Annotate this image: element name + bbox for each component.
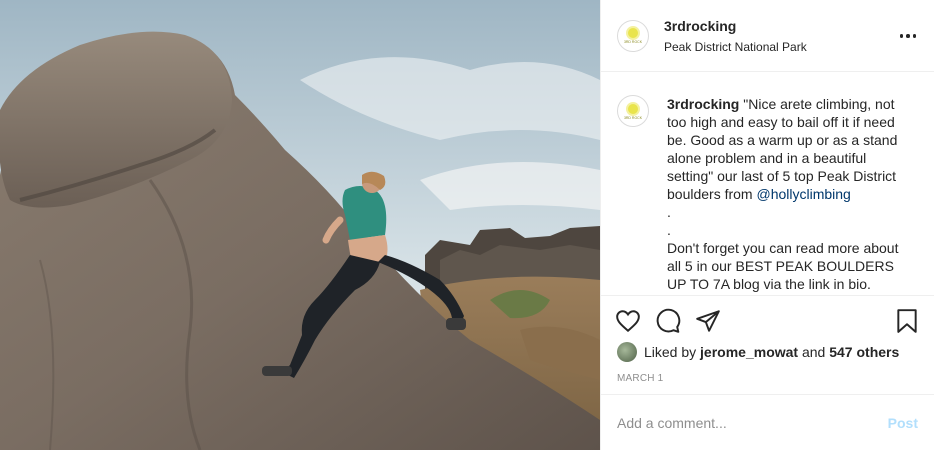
more-options-icon[interactable] [898, 26, 918, 46]
likes-and: and [801, 344, 826, 360]
liked-by-user[interactable]: jerome_mowat [700, 344, 798, 360]
likes-prefix: Liked by [644, 344, 697, 360]
more-dot [899, 34, 904, 38]
avatar[interactable] [617, 342, 637, 362]
header-text: 3rdrocking Peak District National Park [664, 18, 807, 54]
more-dot [906, 34, 910, 38]
caption-mention[interactable]: @hollyclimbing [756, 186, 850, 202]
caption-area: 3RD ROCK 3rdrocking "Nice arete climbing… [601, 73, 934, 295]
share-icon[interactable] [695, 308, 721, 334]
logo-mark [626, 101, 640, 116]
logo-mark [626, 26, 640, 41]
likes-count[interactable]: 547 others [829, 344, 899, 360]
logo-text: 3RD ROCK [623, 40, 643, 45]
caption-body-2: Don't forget you can read more about all… [667, 240, 899, 292]
post-author-username[interactable]: 3rdrocking [664, 18, 807, 34]
comment-icon[interactable] [655, 308, 681, 334]
likes-summary: Liked by jerome_mowat and 547 others [617, 342, 899, 362]
heart-icon[interactable] [615, 308, 641, 334]
post-date[interactable]: MARCH 1 [617, 373, 663, 384]
post-comment-button[interactable]: Post [888, 415, 918, 431]
add-comment-bar: Post [601, 394, 934, 450]
caption-dot: . [667, 204, 671, 220]
bookmark-icon[interactable] [894, 308, 920, 334]
3rdrocking-logo-avatar[interactable]: 3RD ROCK [617, 19, 649, 52]
caption-text: 3rdrocking "Nice arete climbing, not too… [667, 95, 913, 295]
post-location[interactable]: Peak District National Park [664, 40, 807, 54]
caption-dot: . [667, 222, 671, 238]
comment-input[interactable] [617, 414, 888, 431]
more-dot [912, 34, 917, 38]
action-bar [601, 295, 934, 345]
post-header: 3RD ROCK 3rdrocking Peak District Nation… [601, 0, 934, 72]
logo-text: 3RD ROCK [623, 115, 643, 120]
post-photo[interactable] [0, 0, 600, 450]
caption-username[interactable]: 3rdrocking [667, 96, 739, 112]
post-sidebar: 3RD ROCK 3rdrocking Peak District Nation… [600, 0, 934, 450]
3rdrocking-logo-avatar[interactable]: 3RD ROCK [617, 95, 649, 127]
